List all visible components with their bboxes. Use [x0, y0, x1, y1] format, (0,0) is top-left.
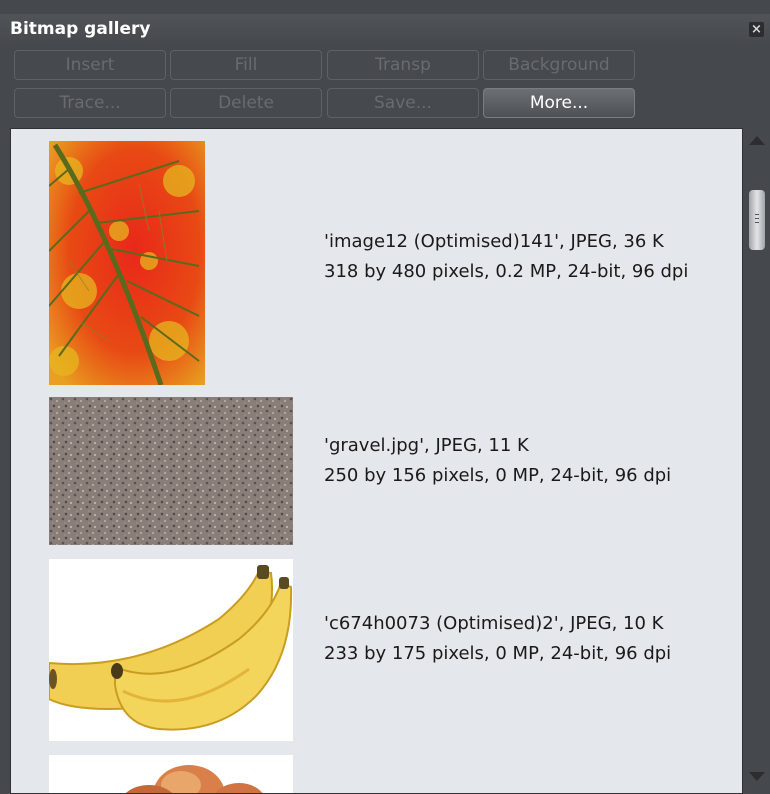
more-button[interactable]: More... — [483, 88, 635, 118]
item-details-line: 318 by 480 pixels, 0.2 MP, 24-bit, 96 dp… — [324, 261, 689, 282]
gravel-thumbnail — [49, 397, 293, 545]
bitmap-list[interactable]: 'image12 (Optimised)141', JPEG, 36 K 318… — [10, 128, 743, 794]
item-info: 'image12 (Optimised)141', JPEG, 36 K 318… — [324, 227, 688, 287]
item-name-line: 'c674h0073 (Optimised)2', JPEG, 10 K — [324, 613, 664, 634]
background-button[interactable]: Background — [483, 50, 635, 80]
bitmap-gallery-panel: Bitmap gallery × Insert Fill Transp Back… — [0, 0, 770, 794]
grip-line — [755, 222, 759, 223]
item-name-line: 'image12 (Optimised)141', JPEG, 36 K — [324, 231, 664, 252]
trace-button[interactable]: Trace... — [14, 88, 166, 118]
grip-line — [755, 214, 759, 215]
vertical-scrollbar[interactable] — [744, 128, 770, 794]
save-button[interactable]: Save... — [327, 88, 479, 118]
panel-title: Bitmap gallery — [10, 19, 151, 39]
delete-button[interactable]: Delete — [170, 88, 322, 118]
list-item[interactable]: 'c674h0073 (Optimised)2', JPEG, 10 K 233… — [11, 557, 742, 743]
list-item[interactable]: 'gravel.jpg', JPEG, 11 K 250 by 156 pixe… — [11, 395, 742, 547]
transp-button[interactable]: Transp — [327, 50, 479, 80]
scroll-up-arrow-icon[interactable] — [749, 136, 765, 145]
item-name-line: 'gravel.jpg', JPEG, 11 K — [324, 435, 529, 456]
bananas-thumbnail — [49, 559, 293, 741]
item-details-line: 250 by 156 pixels, 0 MP, 24-bit, 96 dpi — [324, 465, 672, 486]
close-icon[interactable]: × — [749, 22, 764, 37]
item-info: 'gravel.jpg', JPEG, 11 K 250 by 156 pixe… — [324, 431, 671, 491]
list-item[interactable] — [11, 753, 742, 793]
peaches-thumbnail — [49, 755, 293, 793]
title-bar: Bitmap gallery × — [0, 14, 770, 46]
insert-button[interactable]: Insert — [14, 50, 166, 80]
item-info: 'c674h0073 (Optimised)2', JPEG, 10 K 233… — [324, 609, 671, 669]
scrollbar-thumb[interactable] — [749, 190, 765, 250]
list-item[interactable]: 'image12 (Optimised)141', JPEG, 36 K 318… — [11, 139, 742, 389]
item-details-line: 233 by 175 pixels, 0 MP, 24-bit, 96 dpi — [324, 643, 672, 664]
fill-button[interactable]: Fill — [170, 50, 322, 80]
scroll-down-arrow-icon[interactable] — [749, 772, 765, 781]
grip-line — [755, 218, 759, 219]
leaf-thumbnail — [49, 141, 205, 385]
